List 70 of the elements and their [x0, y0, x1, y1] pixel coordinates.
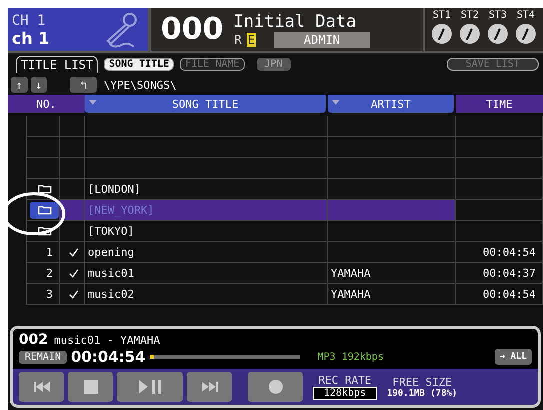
now-playing-title: music01 - YAMAHA [54, 334, 160, 347]
display-option-button[interactable]: FILE NAME [180, 58, 245, 70]
column-header: TIME [456, 95, 543, 113]
free-size-value: 190.1MB (78%) [387, 388, 458, 398]
prev-button[interactable] [19, 372, 64, 402]
next-icon [200, 381, 218, 393]
knob-label: ST4 [516, 10, 536, 21]
stop-button[interactable] [68, 372, 113, 402]
record-icon [268, 380, 282, 394]
playback-time: 00:04:54 [71, 348, 146, 366]
table-cell [60, 158, 85, 179]
scene-status-label: R [234, 32, 243, 46]
repeat-button[interactable]: → ALL [494, 349, 532, 365]
column-header[interactable]: ARTIST [328, 95, 454, 113]
table-cell: YAMAHA [328, 284, 456, 305]
audio-format: MP3 192kbps [318, 352, 384, 362]
scene-number: 000 [161, 12, 224, 47]
previous-icon [32, 381, 50, 393]
knob-label: ST2 [460, 10, 480, 21]
table-cell: 00:04:37 [456, 263, 543, 284]
checkmark-icon[interactable] [68, 248, 78, 256]
rec-rate-field[interactable]: 128kbps [313, 387, 378, 400]
folder-icon [38, 226, 52, 236]
scene-title: Initial Data [234, 12, 358, 32]
parent-folder-button[interactable]: ↰ [70, 77, 97, 93]
table-cell: 3 [26, 284, 60, 305]
rec-rate-label: REC RATE [318, 374, 372, 387]
channel-name: ch 1 [12, 30, 50, 46]
checkmark-icon[interactable] [68, 268, 78, 278]
table-cell: 00:04:54 [456, 242, 543, 263]
up-button[interactable]: ↑ [11, 77, 28, 93]
track-number: 002 [19, 332, 48, 348]
play-pause-icon [138, 380, 162, 394]
table-cell: 00:04:54 [456, 284, 543, 305]
knob[interactable] [515, 23, 537, 45]
next-button[interactable] [187, 372, 232, 402]
table-cell [26, 137, 60, 158]
column-header: NO. [8, 95, 85, 113]
table-cell: 1 [26, 242, 60, 263]
scene-status-label: E [246, 32, 256, 46]
table-cell[interactable]: [TOKYO] [85, 221, 328, 242]
folder-path: \YPE\SONGS\ [104, 78, 177, 92]
knob[interactable] [459, 23, 481, 45]
display-option-button[interactable]: SONG TITLE [104, 58, 174, 70]
table-cell [60, 137, 85, 158]
tab[interactable]: TITLE LIST [16, 56, 98, 72]
table-cell [26, 116, 60, 137]
play-button[interactable] [117, 372, 183, 402]
table-cell[interactable]: opening [85, 242, 328, 263]
stop-icon [84, 380, 98, 394]
table-cell [60, 116, 85, 137]
rec-button[interactable] [248, 372, 303, 402]
table-cell: YAMAHA [328, 263, 456, 284]
down-button[interactable]: ↓ [30, 77, 48, 93]
checkmark-icon[interactable] [68, 290, 78, 298]
knob[interactable] [431, 23, 453, 45]
folder-icon [38, 184, 52, 194]
free-size-label: FREE SIZE [392, 376, 452, 388]
table-cell[interactable]: music02 [85, 284, 328, 305]
knob[interactable] [487, 23, 509, 45]
channel-number: CH 1 [12, 12, 47, 30]
remain-button[interactable]: REMAIN [19, 350, 68, 364]
folder-icon [38, 206, 52, 214]
table-cell: 2 [26, 263, 60, 284]
folder-button[interactable] [30, 202, 59, 218]
knob-label: ST1 [432, 10, 452, 21]
user-name: ADMIN [274, 32, 370, 48]
knob-label: ST3 [488, 10, 508, 21]
table-cell[interactable]: music01 [85, 263, 328, 284]
column-header[interactable]: SONG TITLE [85, 95, 326, 113]
